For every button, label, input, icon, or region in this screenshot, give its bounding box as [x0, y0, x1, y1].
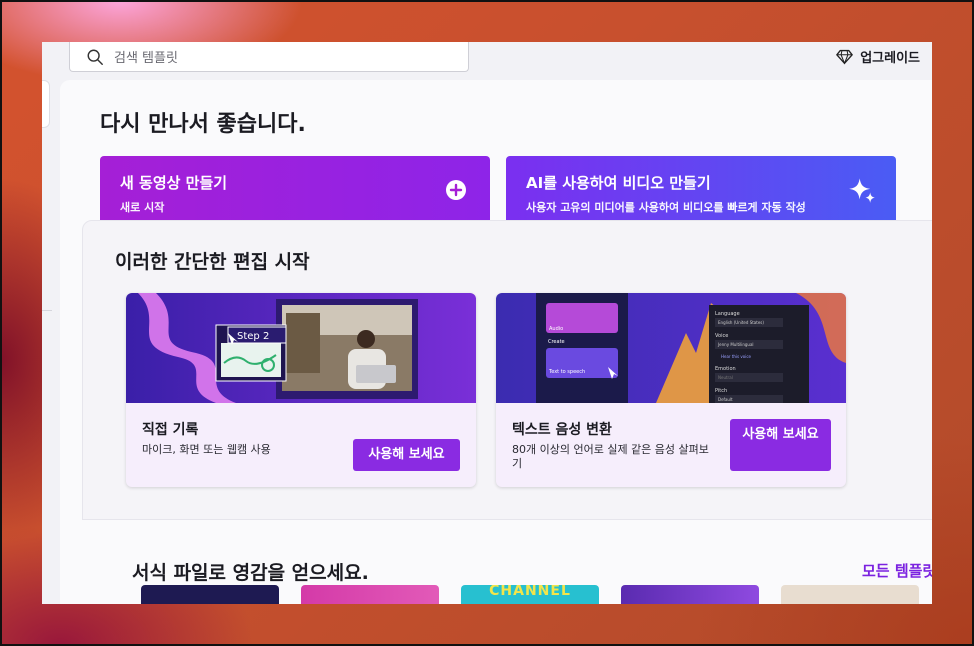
see-all-templates-link[interactable]: 모든 템플릿: [862, 560, 932, 581]
thumb-label-language: Language: [715, 311, 740, 317]
record-card-title: 직접 기록: [142, 422, 199, 438]
templates-section-title: 서식 파일로 영감을 얻으세요.: [132, 562, 369, 584]
record-thumbnail: Step 2: [126, 293, 476, 403]
step-badge: Step 2: [237, 331, 269, 342]
create-ai-video-title: AI를 사용하여 비디오 만들기: [526, 174, 711, 192]
thumb-label-pitch-value: Default: [718, 397, 733, 402]
thumb-label-pitch: Pitch: [715, 388, 727, 394]
template-thumbnail[interactable]: [781, 585, 919, 604]
record-try-button[interactable]: 사용해 보세요: [353, 439, 460, 471]
template-thumbnail[interactable]: [301, 585, 439, 604]
left-sidebar: [42, 80, 52, 604]
thumb-label-create: Create: [548, 339, 565, 345]
create-ai-video-button[interactable]: AI를 사용하여 비디오 만들기 사용자 고유의 미디어를 사용하여 비디오를 …: [506, 156, 896, 226]
tts-card-description: 80개 이상의 언어로 실제 같은 음성 살펴보기: [512, 443, 709, 470]
search-icon: [87, 49, 103, 65]
thumb-label-audio: Audio: [549, 326, 563, 332]
record-card-description: 마이크, 화면 또는 웹캠 사용: [142, 443, 271, 456]
quick-start-title: 이러한 간단한 편집 시작: [115, 251, 310, 273]
template-thumb-text: CHANNEL: [489, 585, 571, 599]
clipchamp-home-window: 검색 템플릿 업그레이드 다시 만나서 좋습니다. 새 동영상 만들기 새로 시…: [42, 42, 932, 604]
template-thumbnail[interactable]: CHANNEL: [461, 585, 599, 604]
tts-try-button[interactable]: 사용해 보세요: [730, 419, 831, 471]
thumb-label-emotion-value: Neutral: [718, 375, 733, 380]
top-bar: 검색 템플릿 업그레이드: [42, 42, 932, 80]
thumb-label-hear: Hear this voice: [721, 354, 752, 359]
template-thumbnail[interactable]: [621, 585, 759, 604]
thumb-label-tts: Text to speech: [548, 369, 585, 375]
record-card[interactable]: Step 2 직접 기록 마이크, 화면 또는 웹캠 사용 사용해 보세요: [126, 293, 476, 487]
create-ai-video-subtitle: 사용자 고유의 미디어를 사용하여 비디오를 빠르게 자동 작성: [526, 201, 806, 214]
plus-circle-icon: [446, 180, 466, 200]
page-title: 다시 만나서 좋습니다.: [100, 112, 306, 137]
sidebar-item[interactable]: [42, 80, 50, 128]
diamond-icon: [836, 49, 854, 65]
tts-card-title: 텍스트 음성 변환: [512, 422, 612, 438]
search-placeholder: 검색 템플릿: [114, 51, 178, 66]
sidebar-divider: [42, 310, 52, 311]
template-thumbnail[interactable]: [141, 585, 279, 604]
upgrade-button[interactable]: 업그레이드: [836, 46, 920, 66]
text-to-speech-thumbnail: Audio Create Text to speech Language Eng…: [496, 293, 846, 403]
create-new-video-subtitle: 새로 시작: [120, 201, 165, 214]
thumb-label-emotion: Emotion: [715, 366, 736, 372]
thumb-label-voice-value: Jenny Multilingual: [717, 342, 754, 347]
thumb-label-lang-value: English (United States): [718, 320, 764, 325]
thumb-label-voice: Voice: [715, 333, 728, 339]
text-to-speech-card[interactable]: Audio Create Text to speech Language Eng…: [496, 293, 846, 487]
sparkle-icon: [849, 178, 875, 203]
quick-start-panel: 이러한 간단한 편집 시작 Step 2 직접 기록 마이크, 화면 또는 웹캠…: [82, 220, 932, 520]
upgrade-label: 업그레이드: [860, 50, 920, 66]
create-new-video-button[interactable]: 새 동영상 만들기 새로 시작: [100, 156, 490, 226]
search-input[interactable]: 검색 템플릿: [69, 42, 469, 72]
create-new-video-title: 새 동영상 만들기: [120, 174, 228, 192]
